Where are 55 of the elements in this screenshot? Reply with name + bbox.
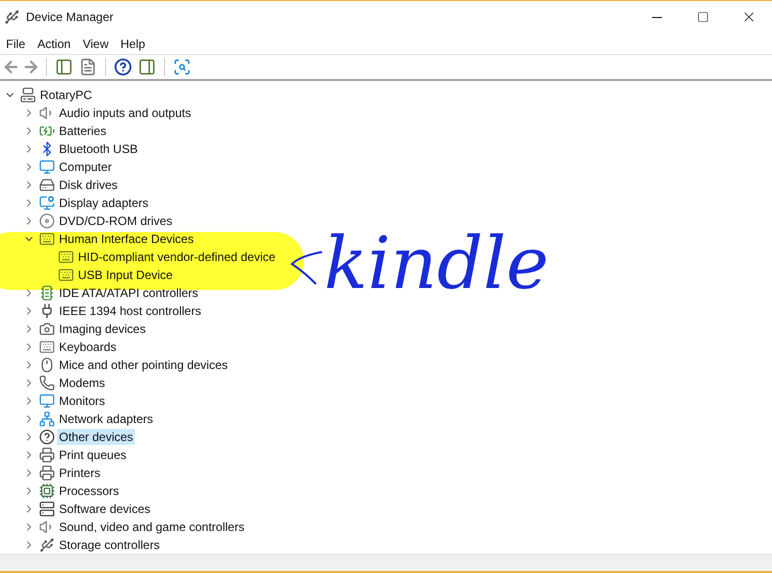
tree-item[interactable]: DVD/CD-ROM drives bbox=[57, 213, 174, 229]
device-icon bbox=[58, 249, 74, 265]
tree-item[interactable]: Processors bbox=[57, 483, 122, 499]
tree-item[interactable]: Printers bbox=[57, 465, 102, 481]
maximize-icon bbox=[697, 11, 709, 23]
display-adapter-icon bbox=[39, 195, 55, 211]
printer-icon bbox=[39, 447, 55, 463]
chip-icon bbox=[39, 285, 55, 301]
network-icon bbox=[39, 411, 55, 427]
keyboard-icon bbox=[39, 339, 55, 355]
tree-item[interactable]: IEEE 1394 host controllers bbox=[57, 303, 204, 319]
window-title: Device Manager bbox=[26, 9, 114, 26]
tree-item[interactable]: Print queues bbox=[57, 447, 128, 463]
hard-drive-icon bbox=[39, 177, 55, 193]
tree-item[interactable]: HID-compliant vendor-defined device bbox=[76, 249, 278, 265]
tree-item[interactable]: Audio inputs and outputs bbox=[57, 105, 194, 121]
tree-item[interactable]: RotaryPC bbox=[38, 87, 94, 103]
unknown-device-icon bbox=[39, 429, 55, 445]
tree-item[interactable]: Modems bbox=[57, 375, 108, 391]
phone-icon bbox=[39, 375, 55, 391]
tree-item[interactable]: Imaging devices bbox=[57, 321, 148, 337]
tree-item[interactable]: Other devices bbox=[57, 429, 136, 445]
processor-icon bbox=[39, 483, 55, 499]
app-icon bbox=[4, 9, 20, 25]
printer-icon bbox=[39, 465, 55, 481]
computer-icon bbox=[20, 87, 36, 103]
mouse-icon bbox=[39, 357, 55, 373]
tower-icon bbox=[39, 501, 55, 517]
menu-item[interactable]: Help bbox=[114, 34, 152, 52]
tree-item[interactable]: Batteries bbox=[57, 123, 108, 139]
disc-icon bbox=[39, 213, 55, 229]
menu-item[interactable]: Action bbox=[31, 34, 77, 52]
tree-item[interactable]: Disk drives bbox=[57, 177, 120, 193]
minimize-icon bbox=[652, 16, 662, 18]
tree-item[interactable]: Keyboards bbox=[57, 339, 118, 355]
tree-item[interactable]: Human Interface Devices bbox=[57, 231, 196, 247]
camera-icon bbox=[39, 321, 55, 337]
monitor-icon bbox=[39, 393, 55, 409]
monitor-icon bbox=[39, 159, 55, 175]
handwritten-note: kindle bbox=[324, 227, 549, 299]
tree-item[interactable]: Storage controllers bbox=[57, 537, 162, 553]
tree-item[interactable]: Monitors bbox=[57, 393, 108, 409]
menu-item[interactable]: File bbox=[0, 34, 32, 52]
tree-item[interactable]: Bluetooth USB bbox=[57, 141, 140, 157]
tree-item[interactable]: USB Input Device bbox=[76, 267, 175, 283]
tree-item[interactable]: Sound, video and game controllers bbox=[57, 519, 246, 535]
tree-item[interactable]: Computer bbox=[57, 159, 114, 175]
tree-item[interactable]: Mice and other pointing devices bbox=[57, 357, 230, 373]
device-icon bbox=[39, 231, 55, 247]
tree-item[interactable]: Software devices bbox=[57, 501, 152, 517]
tree-item[interactable]: Network adapters bbox=[57, 411, 156, 427]
menu-item[interactable]: View bbox=[76, 34, 114, 52]
device-icon bbox=[58, 267, 74, 283]
tree-item[interactable]: IDE ATA/ATAPI controllers bbox=[57, 285, 200, 301]
tree-item[interactable]: Display adapters bbox=[57, 195, 150, 211]
